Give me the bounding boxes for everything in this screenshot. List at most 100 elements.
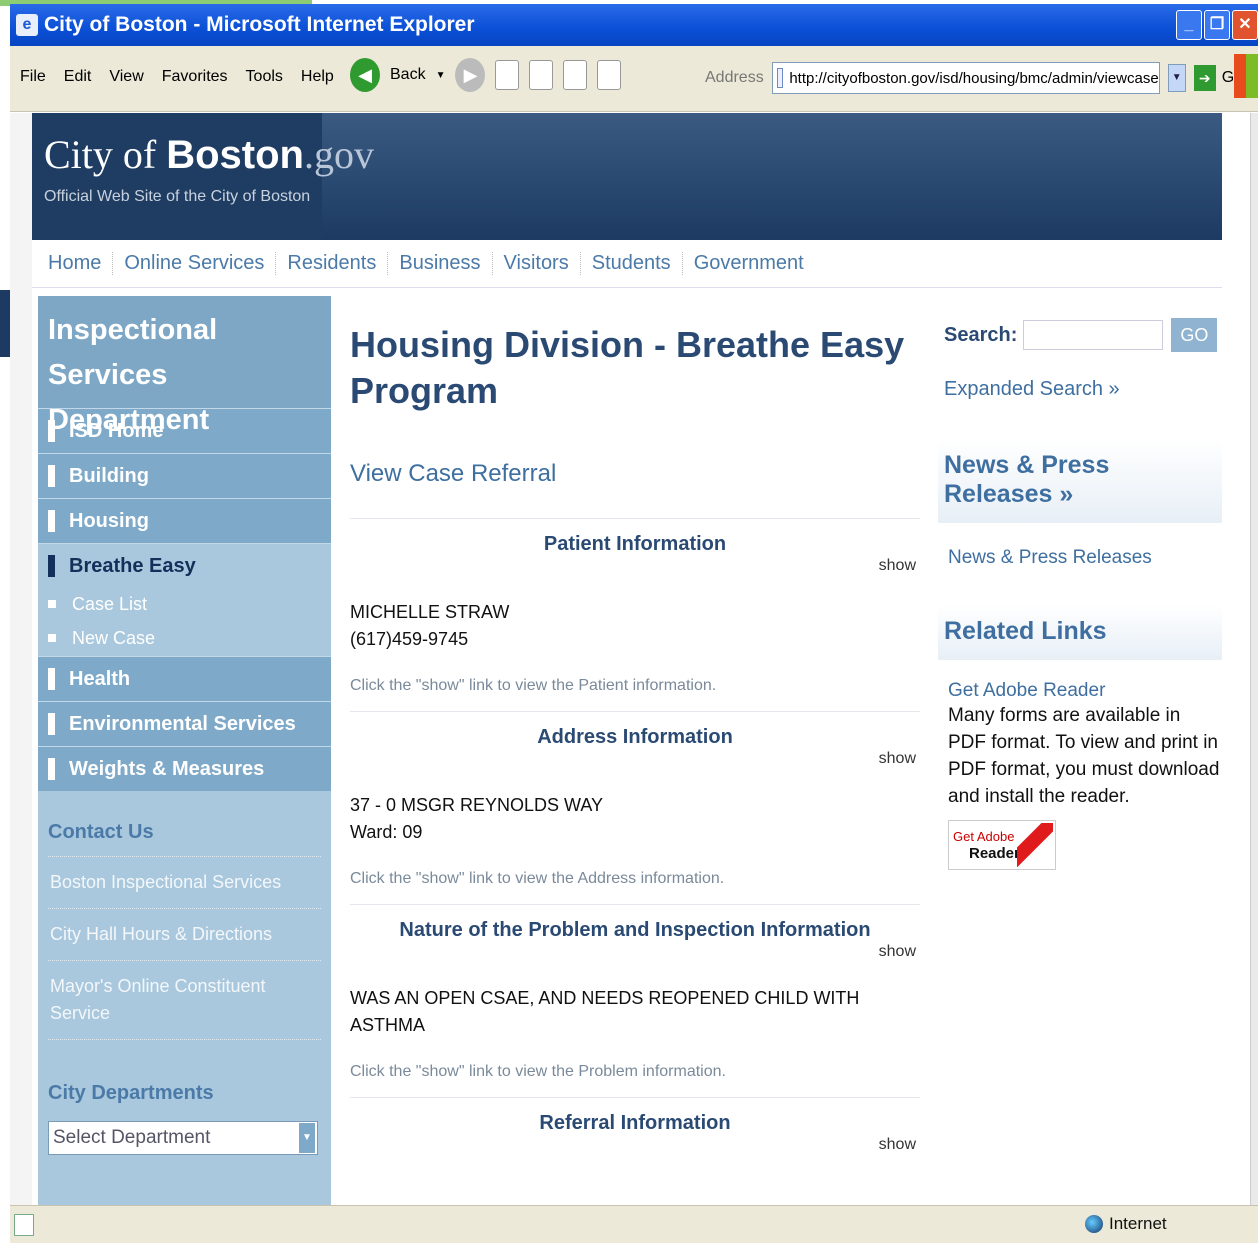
show-link[interactable]: show bbox=[879, 943, 916, 961]
patient-section: Patient Information show MICHELLE STRAW (… bbox=[350, 519, 920, 712]
close-button[interactable]: ✕ bbox=[1232, 10, 1258, 40]
back-button-label[interactable]: Back bbox=[390, 66, 426, 84]
minimize-button[interactable]: _ bbox=[1176, 10, 1202, 40]
page-status-icon bbox=[14, 1214, 34, 1236]
sidebar-subitem-case-list[interactable]: Case List bbox=[38, 588, 331, 620]
home-icon[interactable] bbox=[563, 60, 588, 90]
adobe-badge-bottom: Reader bbox=[969, 845, 1020, 862]
window-controls: _ ❐ ✕ bbox=[1176, 10, 1258, 40]
menu-favorites[interactable]: Favorites bbox=[162, 68, 228, 86]
security-zone: Internet bbox=[1085, 1214, 1167, 1234]
sidebar-item-weights-measures[interactable]: Weights & Measures bbox=[38, 746, 331, 791]
sidebar-subitem-new-case[interactable]: New Case bbox=[38, 620, 331, 656]
address-label: Address bbox=[705, 69, 764, 86]
news-heading[interactable]: News & Press Releases » bbox=[938, 439, 1222, 523]
show-link[interactable]: show bbox=[879, 1136, 916, 1154]
menu-file[interactable]: File bbox=[20, 68, 46, 86]
nav-students[interactable]: Students bbox=[581, 252, 683, 275]
address-line: 37 - 0 MSGR REYNOLDS WAY bbox=[350, 795, 604, 815]
nav-home[interactable]: Home bbox=[48, 252, 114, 275]
title-bar: e City of Boston - Microsoft Internet Ex… bbox=[10, 4, 1258, 46]
address-url[interactable]: http://cityofboston.gov/isd/housing/bmc/… bbox=[789, 70, 1158, 87]
refresh-icon[interactable] bbox=[529, 60, 554, 90]
site-logo[interactable]: City of Boston.gov Official Web Site of … bbox=[32, 113, 374, 240]
section-note: Click the "show" link to view the Addres… bbox=[350, 870, 725, 887]
contact-heading: Contact Us bbox=[48, 821, 321, 857]
page-margin bbox=[10, 113, 32, 1205]
print-icon[interactable] bbox=[597, 60, 622, 90]
back-arrow-icon[interactable]: ◀ bbox=[350, 58, 380, 92]
contact-link-mayors-service[interactable]: Mayor's Online Constituent Service bbox=[48, 961, 321, 1040]
nav-visitors[interactable]: Visitors bbox=[493, 252, 581, 275]
back-dropdown-icon[interactable]: ▼ bbox=[436, 70, 446, 81]
nav-government[interactable]: Government bbox=[683, 252, 815, 275]
nav-buttons: ◀ Back ▼ ▶ bbox=[350, 58, 622, 92]
menu-tools[interactable]: Tools bbox=[246, 68, 283, 86]
adobe-description: Many forms are available in PDF format. … bbox=[948, 705, 1220, 807]
problem-section: Nature of the Problem and Inspection Inf… bbox=[350, 905, 920, 1098]
vertical-scrollbar[interactable] bbox=[1250, 113, 1258, 1205]
adobe-reader-link[interactable]: Get Adobe Reader bbox=[938, 660, 1222, 702]
go-arrow-icon[interactable]: ➔ bbox=[1193, 65, 1216, 91]
department-select-value[interactable]: Select Department bbox=[53, 1127, 210, 1149]
adobe-reader-badge[interactable]: Get Adobe Reader bbox=[948, 820, 1056, 870]
site-tagline: Official Web Site of the City of Boston bbox=[44, 188, 311, 205]
nav-residents[interactable]: Residents bbox=[276, 252, 389, 275]
sidebar-item-housing[interactable]: Housing bbox=[38, 498, 331, 543]
nav-online-services[interactable]: Online Services bbox=[113, 252, 277, 275]
sidebar-item-health[interactable]: Health bbox=[38, 656, 331, 701]
bullet-bar-icon bbox=[48, 713, 55, 735]
sidebar-item-building[interactable]: Building bbox=[38, 453, 331, 498]
menu-edit[interactable]: Edit bbox=[64, 68, 92, 86]
related-links-heading: Related Links bbox=[938, 605, 1222, 660]
referral-section: Referral Information show bbox=[350, 1098, 920, 1153]
sidebar-item-breathe-easy[interactable]: Breathe Easy bbox=[38, 543, 331, 588]
nav-business[interactable]: Business bbox=[388, 252, 493, 275]
page-icon bbox=[776, 68, 784, 88]
adobe-badge-top: Get Adobe bbox=[953, 829, 1015, 844]
section-heading: Patient Information show bbox=[543, 533, 916, 574]
address-bar: Address http://cityofboston.gov/isd/hous… bbox=[705, 62, 1243, 94]
search-go-button[interactable]: GO bbox=[1171, 318, 1218, 352]
restore-button[interactable]: ❐ bbox=[1204, 10, 1230, 40]
right-column: Search: GO Expanded Search » News & Pres… bbox=[938, 296, 1222, 1205]
bullet-bar-icon bbox=[48, 668, 55, 690]
stop-icon[interactable] bbox=[495, 60, 520, 90]
news-link[interactable]: News & Press Releases bbox=[938, 523, 1222, 569]
show-link[interactable]: show bbox=[879, 557, 916, 575]
menu-bar: File Edit View Favorites Tools Help bbox=[20, 68, 334, 86]
main-nav: Home Online Services Residents Business … bbox=[32, 240, 1222, 288]
patient-phone: (617)459-9745 bbox=[350, 629, 469, 649]
section-heading: Referral Information show bbox=[539, 1112, 916, 1153]
sidebar-title: Inspectional Services Department bbox=[38, 296, 331, 436]
zone-label: Internet bbox=[1109, 1214, 1167, 1233]
logo-text: City of Boston.gov bbox=[44, 132, 374, 177]
window-title: City of Boston - Microsoft Internet Expl… bbox=[44, 13, 475, 36]
sidebar: Inspectional Services Department ISD Hom… bbox=[38, 296, 331, 1205]
contact-link-inspectional[interactable]: Boston Inspectional Services bbox=[48, 857, 321, 909]
address-dropdown-icon[interactable]: ▼ bbox=[1167, 64, 1186, 92]
departments-heading: City Departments bbox=[48, 1082, 214, 1104]
ward-line: Ward: 09 bbox=[350, 822, 423, 842]
section-note: Click the "show" link to view the Proble… bbox=[350, 1063, 726, 1080]
section-heading: Nature of the Problem and Inspection Inf… bbox=[399, 919, 916, 960]
menu-view[interactable]: View bbox=[109, 68, 143, 86]
search-label: Search: bbox=[944, 323, 1018, 346]
contact-link-city-hall[interactable]: City Hall Hours & Directions bbox=[48, 909, 321, 961]
menu-help[interactable]: Help bbox=[301, 68, 334, 86]
ie-icon: e bbox=[16, 14, 38, 36]
chevron-down-icon[interactable]: ▼ bbox=[299, 1123, 315, 1153]
search-input[interactable] bbox=[1023, 320, 1164, 350]
sidebar-item-environmental-services[interactable]: Environmental Services bbox=[38, 701, 331, 746]
globe-icon bbox=[1085, 1215, 1103, 1233]
search-row: Search: GO bbox=[938, 296, 1222, 352]
address-input[interactable]: http://cityofboston.gov/isd/housing/bmc/… bbox=[771, 62, 1160, 94]
slide-edge bbox=[0, 290, 10, 357]
status-bar: Internet bbox=[10, 1205, 1258, 1243]
expanded-search-link[interactable]: Expanded Search » bbox=[938, 352, 1222, 401]
show-link[interactable]: show bbox=[879, 750, 916, 768]
site-header: City of Boston.gov Official Web Site of … bbox=[32, 113, 1222, 240]
department-select[interactable]: Select Department ▼ bbox=[48, 1121, 318, 1155]
forward-arrow-icon[interactable]: ▶ bbox=[455, 58, 486, 92]
problem-line: WAS AN OPEN CSAE, AND NEEDS REOPENED CHI… bbox=[350, 988, 860, 1035]
